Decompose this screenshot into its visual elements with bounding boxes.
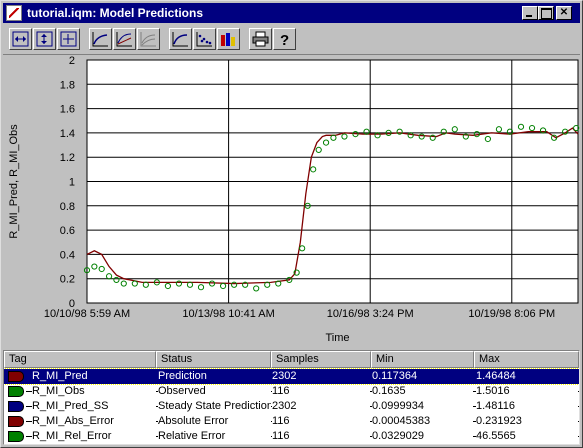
cell-status: Observed xyxy=(158,385,271,398)
window-title: tutorial.iqm: Model Predictions xyxy=(27,6,204,20)
table-row[interactable]: R_MI_Rel_Error Relative Error 116 0.0329029… xyxy=(4,429,579,444)
header-max[interactable]: Max xyxy=(474,351,579,368)
series-color-swatch[interactable] xyxy=(8,431,24,442)
cell-max: 46.5565 xyxy=(476,430,578,443)
cell-status: Absolute Error xyxy=(158,415,271,428)
step-response-button[interactable] xyxy=(113,28,136,50)
table-row[interactable]: R_MI_Obs Observed 116 0.1635 1.5016 xyxy=(4,384,579,399)
y-tick-label: 1.6 xyxy=(60,104,75,116)
tag-table: Tag Status Samples Min Max R_MI_Pred Pred… xyxy=(3,350,580,445)
svg-text:?: ? xyxy=(280,32,289,47)
header-min[interactable]: Min xyxy=(371,351,474,368)
minimize-button[interactable] xyxy=(522,6,538,20)
cell-status: Relative Error xyxy=(158,430,271,443)
cell-samples: 2302 xyxy=(272,400,370,413)
fit-both-icon xyxy=(60,31,77,47)
fit-vertical-icon xyxy=(36,31,53,47)
x-axis-label: Time xyxy=(325,332,349,344)
step-response-icon xyxy=(116,32,132,47)
series-color-swatch[interactable] xyxy=(8,371,24,382)
series-color-swatch[interactable] xyxy=(8,416,24,427)
ramp-response-button[interactable] xyxy=(137,28,160,50)
y-tick-label: 1.4 xyxy=(60,128,75,140)
cell-samples: 116 xyxy=(272,385,370,398)
cell-tag: R_MI_Pred xyxy=(32,370,88,382)
close-button[interactable]: ✕ xyxy=(556,6,572,20)
line-plot-button[interactable] xyxy=(169,28,192,50)
maximize-button[interactable] xyxy=(538,6,554,20)
x-tick-label: 10/13/98 10:41 AM xyxy=(182,308,274,320)
bar-chart-icon xyxy=(221,33,235,46)
scatter-plot-button[interactable] xyxy=(193,28,216,50)
table-row[interactable]: R_MI_Pred Prediction 2302 0.117364 1.46484 xyxy=(4,368,579,385)
title-bar[interactable]: tutorial.iqm: Model Predictions ✕ xyxy=(3,3,580,23)
cell-min: 0.0329029 xyxy=(372,430,473,443)
header-tag[interactable]: Tag xyxy=(4,351,156,368)
cell-max: 1.46484 xyxy=(476,370,516,382)
cell-tag: R_MI_Abs_Error xyxy=(32,415,156,428)
fit-horizontal-button[interactable] xyxy=(9,28,32,50)
cell-max: 1.48116 xyxy=(476,400,578,413)
y-axis-label: R_MI_Pred, R_MI_Obs xyxy=(8,124,20,239)
series-color-swatch[interactable] xyxy=(8,401,24,412)
bar-chart-button[interactable] xyxy=(217,28,240,50)
cell-min: 0.00045383 xyxy=(372,415,473,428)
cell-samples: 116 xyxy=(272,415,370,428)
ramp-response-icon xyxy=(140,32,156,47)
cell-max: 0.231923 xyxy=(476,415,578,428)
cell-samples: 116 xyxy=(272,430,370,443)
trend-icon xyxy=(92,32,108,47)
model-predictions-window: tutorial.iqm: Model Predictions ✕ ? 0 0.… xyxy=(0,0,583,448)
header-samples[interactable]: Samples xyxy=(271,351,371,368)
y-tick-label: 0.4 xyxy=(60,249,75,261)
prediction-chart: 00.20.40.60.811.21.41.61.8210/10/98 5:59… xyxy=(8,56,580,344)
fit-horizontal-icon xyxy=(12,31,29,47)
toolbar: ? xyxy=(3,25,580,55)
fit-both-button[interactable] xyxy=(57,28,80,50)
fit-vertical-button[interactable] xyxy=(33,28,56,50)
table-row[interactable]: R_MI_Pred_SS Steady State Prediction 2302 0… xyxy=(4,399,579,414)
printer-icon xyxy=(252,31,269,47)
x-tick-label: 10/10/98 5:59 AM xyxy=(44,308,130,320)
y-tick-label: 0.8 xyxy=(60,201,75,213)
line-plot-icon xyxy=(172,32,188,47)
print-button[interactable] xyxy=(249,28,272,50)
app-icon[interactable] xyxy=(6,5,22,21)
cell-tag: R_MI_Rel_Error xyxy=(32,430,156,443)
series-color-swatch[interactable] xyxy=(8,386,24,397)
y-tick-label: 1 xyxy=(69,177,75,189)
y-tick-label: 0.2 xyxy=(60,274,75,286)
cell-samples: 2302 xyxy=(272,370,297,382)
cell-min: 0.117364 xyxy=(372,370,418,382)
cell-min: 0.0999934 xyxy=(372,400,473,413)
cell-tag: R_MI_Pred_SS xyxy=(32,400,156,413)
table-row[interactable]: R_MI_Abs_Error Absolute Error 116 0.0004538… xyxy=(4,414,579,429)
y-tick-label: 2 xyxy=(69,56,75,67)
scatter-plot-icon xyxy=(196,32,212,47)
trend-view-button[interactable] xyxy=(89,28,112,50)
x-tick-label: 10/16/98 3:24 PM xyxy=(327,308,414,320)
x-tick-label: 10/19/98 8:06 PM xyxy=(468,308,555,320)
y-tick-label: 0.6 xyxy=(60,225,75,237)
help-icon: ? xyxy=(280,32,289,47)
header-status[interactable]: Status xyxy=(156,351,271,368)
y-tick-label: 1.8 xyxy=(60,79,75,91)
help-button[interactable]: ? xyxy=(273,28,296,50)
cell-status: Steady State Prediction xyxy=(158,400,271,413)
chart-area: 0 0.2 0.4 0.6 0.8 1 1.2 1.4 1.6 1.8 2 10/10/98 5:59… xyxy=(3,56,580,348)
cell-tag: R_MI_Obs xyxy=(32,385,156,398)
cell-min: 0.1635 xyxy=(372,385,473,398)
cell-status: Prediction xyxy=(158,370,207,382)
cell-max: 1.5016 xyxy=(476,385,578,398)
y-tick-label: 1.2 xyxy=(60,152,75,164)
